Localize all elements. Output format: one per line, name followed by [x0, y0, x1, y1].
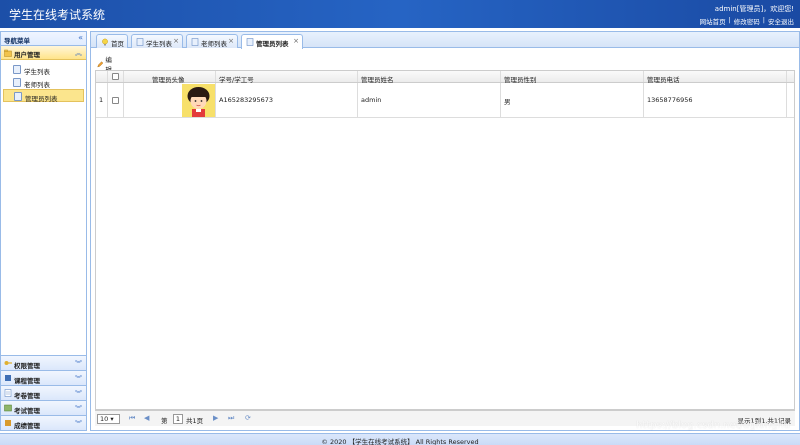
- prev-page-icon[interactable]: ◀: [144, 414, 149, 422]
- close-icon[interactable]: ×: [173, 37, 179, 45]
- panel-user-management[interactable]: 用户管理 ︽: [1, 46, 86, 60]
- tab-label: 老师列表: [201, 40, 227, 48]
- panel-grade-management[interactable]: 成绩管理 ︾: [1, 415, 86, 430]
- phone-cell: 13658776956: [644, 83, 787, 117]
- avatar-cell: [124, 83, 216, 117]
- chevron-down-icon[interactable]: ︾: [75, 404, 82, 414]
- admin-table: 管理员头像 学号/学工号 管理员姓名 管理员性别 管理员电话 1 A165283…: [95, 70, 795, 410]
- gender-cell: 男: [501, 83, 644, 117]
- header-bar: 学生在线考试系统 admin[管理员]，欢迎您! 网站首页 | 修改密码 | 安…: [0, 0, 800, 28]
- page-size-select[interactable]: 10 ▾: [97, 414, 120, 424]
- exam-icon: [4, 404, 12, 412]
- panel-title: 权限管理: [14, 362, 40, 370]
- panel-paper-management[interactable]: 考卷管理 ︾: [1, 385, 86, 400]
- column-header[interactable]: 学号/学工号: [216, 71, 358, 84]
- column-header[interactable]: 管理员性别: [501, 71, 644, 84]
- logout-link[interactable]: 安全退出: [768, 16, 794, 26]
- tab-home[interactable]: 首页: [96, 34, 128, 48]
- sidebar-item-teacher-list[interactable]: 老师列表: [3, 76, 84, 89]
- page-icon: [191, 38, 199, 46]
- footer: © 2020 【学生在线考试系统】 All Rights Reserved: [0, 433, 800, 445]
- panel-title: 考卷管理: [14, 392, 40, 400]
- table-header: 管理员头像 学号/学工号 管理员姓名 管理员性别 管理员电话: [96, 71, 794, 84]
- tab-teacher-list[interactable]: 老师列表 ×: [186, 34, 238, 48]
- column-header[interactable]: 管理员电话: [644, 71, 787, 84]
- refresh-icon[interactable]: ⟳: [245, 414, 251, 422]
- select-all-cell: [108, 71, 124, 82]
- panel-title: 成绩管理: [14, 422, 40, 430]
- page-icon: [136, 38, 144, 46]
- tab-label: 首页: [111, 40, 124, 48]
- first-page-icon[interactable]: ⏮: [129, 414, 135, 423]
- key-icon: [4, 361, 12, 365]
- tab-label: 管理员列表: [256, 40, 289, 48]
- row-checkbox[interactable]: [112, 97, 119, 104]
- change-password-link[interactable]: 修改密码: [734, 16, 760, 26]
- column-header[interactable]: 管理员头像: [124, 71, 216, 84]
- app-window: 学生在线考试系统 admin[管理员]，欢迎您! 网站首页 | 修改密码 | 安…: [0, 0, 800, 445]
- home-link[interactable]: 网站首页: [700, 16, 726, 26]
- chevron-down-icon[interactable]: ︾: [75, 419, 82, 429]
- page-icon: [14, 92, 22, 101]
- book-icon: [5, 375, 11, 381]
- tab-student-list[interactable]: 学生列表 ×: [131, 34, 183, 48]
- sidebar-item-label: 老师列表: [24, 81, 50, 89]
- page-prefix: 第: [161, 417, 168, 425]
- copyright-text: © 2020 【学生在线考试系统】 All Rights Reserved: [321, 438, 479, 445]
- tab-label: 学生列表: [146, 40, 172, 48]
- panel-title: 考试管理: [14, 407, 40, 415]
- select-all-checkbox[interactable]: [112, 73, 119, 80]
- grade-icon: [5, 420, 11, 426]
- sidebar-title: 导航菜单: [4, 37, 30, 45]
- page-icon: [246, 38, 254, 46]
- row-number-header: [96, 71, 108, 82]
- chevron-down-icon[interactable]: ︾: [75, 359, 82, 369]
- sidebar-header: 导航菜单 «: [1, 32, 86, 46]
- next-page-icon[interactable]: ▶: [213, 414, 218, 422]
- panel-title: 用户管理: [14, 51, 40, 59]
- link-separator: |: [728, 16, 731, 24]
- column-header[interactable]: 管理员姓名: [358, 71, 501, 84]
- page-total: 共1页: [186, 417, 204, 425]
- page-icon: [13, 65, 21, 74]
- header-links: 网站首页 | 修改密码 | 安全退出: [700, 16, 794, 26]
- tab-bar: 首页 学生列表 × 老师列表 × 管理员列表 ×: [91, 32, 799, 49]
- folder-user-icon: [4, 49, 12, 57]
- table-row[interactable]: 1 A165283295673 admin 男 13658776956: [96, 83, 794, 118]
- chevron-down-icon[interactable]: ︾: [75, 389, 82, 399]
- panel-title: 课程管理: [14, 377, 40, 385]
- link-separator: |: [762, 16, 765, 24]
- collapse-icon[interactable]: «: [78, 33, 83, 42]
- close-icon[interactable]: ×: [228, 37, 234, 45]
- app-title: 学生在线考试系统: [9, 8, 106, 22]
- sidebar-item-label: 管理员列表: [25, 95, 58, 103]
- pencil-icon: [97, 60, 104, 67]
- row-select-cell: [108, 83, 124, 117]
- lightbulb-icon: [102, 38, 108, 46]
- main-panel: 首页 学生列表 × 老师列表 × 管理员列表 × 编辑 管理员头像 学号/学工号…: [90, 31, 800, 431]
- chevron-down-icon[interactable]: ︾: [75, 374, 82, 384]
- sidebar-item-admin-list[interactable]: 管理员列表: [3, 89, 84, 103]
- panel-course-management[interactable]: 课程管理 ︾: [1, 370, 86, 385]
- avatar: [182, 84, 215, 117]
- user-menu: 学生列表 老师列表 管理员列表: [1, 60, 86, 103]
- row-number-cell: 1: [96, 83, 108, 117]
- last-page-icon[interactable]: ⏭: [228, 414, 234, 423]
- panel-permission-management[interactable]: 权限管理 ︾: [1, 355, 86, 370]
- user-greeting: admin[管理员]，欢迎您!: [714, 5, 794, 13]
- sidebar-item-label: 学生列表: [24, 68, 50, 76]
- collapsed-panels: 权限管理 ︾ 课程管理 ︾ 考卷管理 ︾ 考试管理 ︾ 成绩管理 ︾: [1, 355, 86, 430]
- sidebar-item-student-list[interactable]: 学生列表: [3, 63, 84, 76]
- page-number-input[interactable]: 1: [173, 414, 183, 424]
- id-cell: A165283295673: [216, 83, 358, 117]
- tab-admin-list[interactable]: 管理员列表 ×: [241, 34, 303, 49]
- paper-icon: [4, 389, 12, 397]
- page-icon: [13, 78, 21, 87]
- sidebar: 导航菜单 « 用户管理 ︽ 学生列表 老师列表 管理员列表 权限管理 ︾ 课程管…: [0, 31, 87, 431]
- watermark: https://blog.csdn.net/dgiongnu: [636, 420, 790, 431]
- chevron-up-icon[interactable]: ︽: [75, 48, 82, 58]
- close-icon[interactable]: ×: [293, 37, 299, 45]
- panel-exam-management[interactable]: 考试管理 ︾: [1, 400, 86, 415]
- name-cell: admin: [358, 83, 501, 117]
